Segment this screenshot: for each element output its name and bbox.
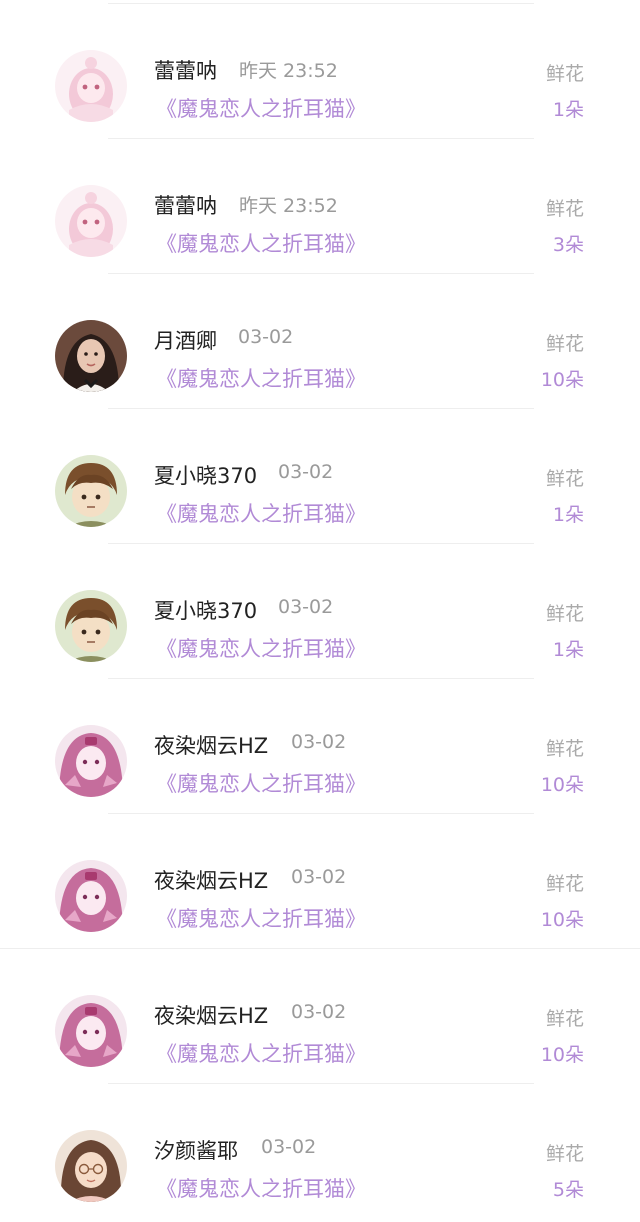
user-name[interactable]: 汐颜酱耶	[154, 1135, 238, 1165]
magenta-anime-girl-avatar	[55, 725, 127, 797]
gift-count: 1朵	[552, 99, 584, 121]
book-title-link[interactable]: 《魔鬼恋人之折耳猫》	[156, 363, 366, 393]
gift-type-label: 鲜花	[545, 1008, 584, 1030]
book-title-link[interactable]: 《魔鬼恋人之折耳猫》	[156, 228, 366, 258]
flower-record-row[interactable]: 夜染烟云HZ 03-02 《魔鬼恋人之折耳猫》 鲜花 10朵	[0, 949, 640, 1084]
gift-type-label: 鲜花	[545, 873, 584, 895]
flower-record-row[interactable]: 蕾蕾呐 昨天 23:52 《魔鬼恋人之折耳猫》 鲜花 1朵	[0, 4, 640, 139]
user-avatar[interactable]	[55, 860, 127, 932]
brown-hair-boy-avatar	[55, 590, 127, 662]
record-time: 昨天 23:52	[239, 60, 338, 82]
gift-type-label: 鲜花	[545, 603, 584, 625]
gift-type-label: 鲜花	[545, 468, 584, 490]
record-time: 03-02	[291, 866, 347, 888]
user-avatar[interactable]	[55, 995, 127, 1067]
glasses-girl-avatar	[55, 1130, 127, 1202]
gift-type-label: 鲜花	[545, 1143, 584, 1165]
gift-count: 10朵	[540, 369, 584, 391]
record-time: 03-02	[278, 461, 334, 483]
book-title-link[interactable]: 《魔鬼恋人之折耳猫》	[156, 633, 366, 663]
user-name[interactable]: 夜染烟云HZ	[154, 1000, 268, 1030]
brown-hair-boy-avatar	[55, 455, 127, 527]
gift-type-label: 鲜花	[545, 333, 584, 355]
user-avatar[interactable]	[55, 1130, 127, 1202]
user-name[interactable]: 夏小晓370	[154, 460, 257, 490]
gift-count: 3朵	[552, 234, 584, 256]
flower-record-row[interactable]: 夜染烟云HZ 03-02 《魔鬼恋人之折耳猫》 鲜花 10朵	[0, 679, 640, 814]
book-title-link[interactable]: 《魔鬼恋人之折耳猫》	[156, 1038, 366, 1068]
user-name[interactable]: 夏小晓370	[154, 595, 257, 625]
magenta-anime-girl-avatar	[55, 860, 127, 932]
user-name[interactable]: 夜染烟云HZ	[154, 865, 268, 895]
magenta-anime-girl-avatar	[55, 995, 127, 1067]
record-time: 03-02	[291, 731, 347, 753]
record-time: 03-02	[238, 326, 294, 348]
user-avatar[interactable]	[55, 455, 127, 527]
gift-count: 10朵	[540, 774, 584, 796]
gift-type-label: 鲜花	[545, 738, 584, 760]
user-avatar[interactable]	[55, 590, 127, 662]
book-title-link[interactable]: 《魔鬼恋人之折耳猫》	[156, 903, 366, 933]
pink-anime-girl-avatar	[55, 185, 127, 257]
record-time: 03-02	[261, 1136, 317, 1158]
gift-type-label: 鲜花	[545, 198, 584, 220]
woman-photo-avatar	[55, 320, 127, 392]
gift-count: 5朵	[552, 1179, 584, 1201]
user-name[interactable]: 夜染烟云HZ	[154, 730, 268, 760]
user-name[interactable]: 蕾蕾呐	[154, 55, 217, 85]
user-name[interactable]: 月酒卿	[154, 325, 217, 355]
flower-record-row[interactable]: 汐颜酱耶 03-02 《魔鬼恋人之折耳猫》 鲜花 5朵	[0, 1084, 640, 1219]
book-title-link[interactable]: 《魔鬼恋人之折耳猫》	[156, 768, 366, 798]
book-title-link[interactable]: 《魔鬼恋人之折耳猫》	[156, 1173, 366, 1203]
record-time: 03-02	[278, 596, 334, 618]
user-avatar[interactable]	[55, 185, 127, 257]
gift-count: 1朵	[552, 504, 584, 526]
book-title-link[interactable]: 《魔鬼恋人之折耳猫》	[156, 93, 366, 123]
user-avatar[interactable]	[55, 320, 127, 392]
gift-count: 10朵	[540, 909, 584, 931]
flower-record-row[interactable]: 蕾蕾呐 昨天 23:52 《魔鬼恋人之折耳猫》 鲜花 3朵	[0, 139, 640, 274]
gift-count: 10朵	[540, 1044, 584, 1066]
pink-anime-girl-avatar	[55, 50, 127, 122]
gift-count: 1朵	[552, 639, 584, 661]
flower-record-row[interactable]: 月酒卿 03-02 《魔鬼恋人之折耳猫》 鲜花 10朵	[0, 274, 640, 409]
book-title-link[interactable]: 《魔鬼恋人之折耳猫》	[156, 498, 366, 528]
user-name[interactable]: 蕾蕾呐	[154, 190, 217, 220]
flower-record-row[interactable]: 夏小晓370 03-02 《魔鬼恋人之折耳猫》 鲜花 1朵	[0, 409, 640, 544]
user-avatar[interactable]	[55, 725, 127, 797]
record-time: 03-02	[291, 1001, 347, 1023]
flower-record-row[interactable]: 夜染烟云HZ 03-02 《魔鬼恋人之折耳猫》 鲜花 10朵	[0, 814, 640, 949]
gift-type-label: 鲜花	[545, 63, 584, 85]
record-time: 昨天 23:52	[239, 195, 338, 217]
user-avatar[interactable]	[55, 50, 127, 122]
flower-record-row[interactable]: 夏小晓370 03-02 《魔鬼恋人之折耳猫》 鲜花 1朵	[0, 544, 640, 679]
